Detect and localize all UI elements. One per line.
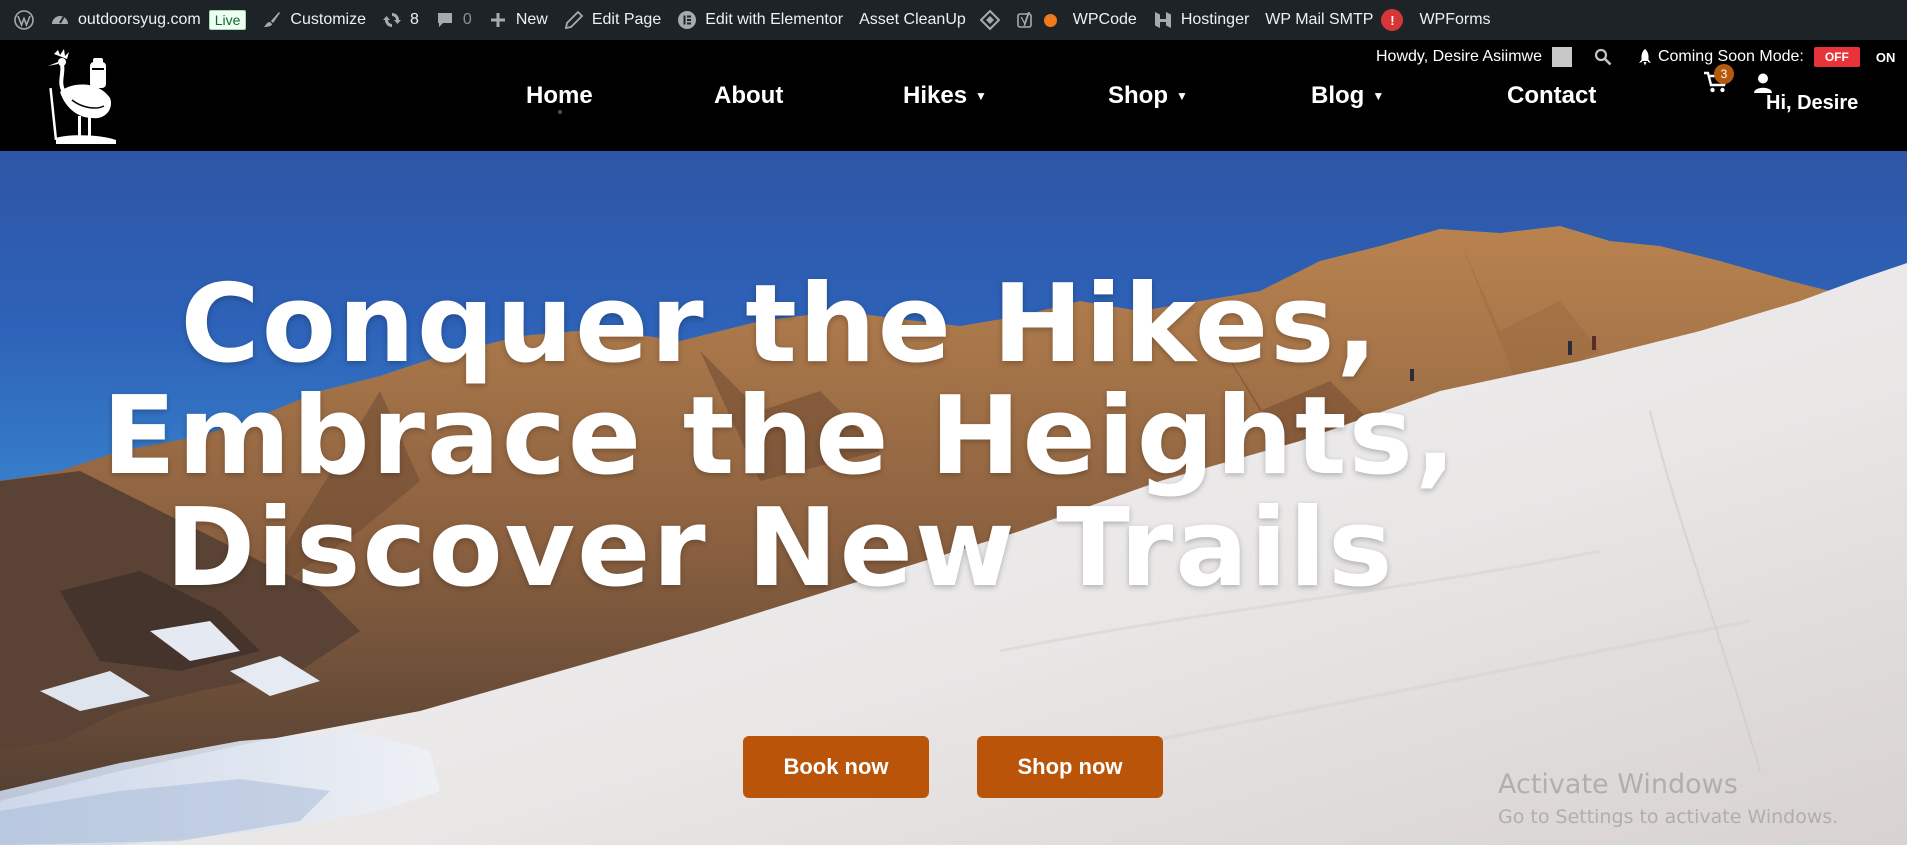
- chevron-down-icon: ▼: [1372, 89, 1385, 103]
- chevron-down-icon: ▼: [975, 89, 987, 103]
- plus-icon: [488, 10, 508, 30]
- wordpress-icon: [14, 10, 34, 30]
- shop-now-button[interactable]: Shop now: [977, 736, 1163, 798]
- nav-shop-label: Shop: [1108, 82, 1168, 109]
- new-content-link[interactable]: New: [480, 0, 556, 40]
- live-badge: Live: [208, 10, 247, 30]
- watermark-title: Activate Windows: [1498, 769, 1738, 800]
- smtp-alert-badge: !: [1381, 9, 1404, 31]
- edit-elementor-link[interactable]: Edit with Elementor: [669, 0, 851, 40]
- nav-shop[interactable]: Shop ▼: [1108, 82, 1188, 110]
- chevron-down-icon: ▼: [1176, 89, 1188, 103]
- hero-headline-line-1: Conquer the Hikes,: [180, 262, 1380, 387]
- hero-banner: Conquer the Hikes, Embrace the Heights, …: [0, 151, 1907, 845]
- hostinger-icon: [1153, 10, 1173, 30]
- hero-headline: Conquer the Hikes, Embrace the Heights, …: [0, 269, 1560, 605]
- pencil-icon: [564, 10, 584, 30]
- customize-label: Customize: [290, 11, 366, 28]
- asset-cleanup-label: Asset CleanUp: [859, 11, 966, 28]
- asset-cleanup-diamond-icon: [979, 10, 1000, 30]
- nav-about[interactable]: About: [714, 82, 783, 110]
- header-utility-row: Howdy, Desire Asiimwe Coming Soon Mode: …: [1376, 47, 1895, 67]
- nav-contact[interactable]: Contact: [1507, 82, 1596, 110]
- comment-icon: [435, 10, 455, 30]
- nav-active-indicator: [558, 110, 562, 114]
- yoast-seo-link[interactable]: [1008, 0, 1065, 40]
- hostinger-link[interactable]: Hostinger: [1145, 0, 1257, 40]
- site-name-link[interactable]: outdoorsyug.com Live: [42, 0, 254, 40]
- wpforms-link[interactable]: WPForms: [1411, 0, 1498, 40]
- section-divider: [0, 845, 1907, 866]
- elementor-icon: [677, 10, 697, 30]
- asset-cleanup-link[interactable]: Asset CleanUp: [851, 0, 1008, 40]
- edit-page-label: Edit Page: [591, 11, 662, 28]
- coming-soon-off-toggle[interactable]: OFF: [1813, 47, 1860, 67]
- edit-page-link[interactable]: Edit Page: [556, 0, 669, 40]
- customize-link[interactable]: Customize: [254, 0, 374, 40]
- wpforms-label: WPForms: [1419, 11, 1491, 28]
- user-icon[interactable]: [1752, 72, 1774, 94]
- wordpress-logo-button[interactable]: [6, 0, 42, 40]
- wp-mail-smtp-link[interactable]: WP Mail SMTP !: [1257, 0, 1411, 40]
- coming-soon-label: Coming Soon Mode:: [1657, 48, 1804, 65]
- yoast-icon: [1016, 10, 1036, 30]
- avatar[interactable]: [1551, 47, 1572, 67]
- edit-elementor-label: Edit with Elementor: [705, 11, 844, 28]
- rocket-icon: [1638, 48, 1652, 66]
- hero-headline-line-2: Embrace the Heights,: [102, 374, 1458, 499]
- wp-mail-smtp-label: WP Mail SMTP: [1265, 11, 1374, 28]
- watermark-subtitle: Go to Settings to activate Windows.: [1498, 806, 1839, 828]
- activate-windows-watermark: Activate Windows Go to Settings to activ…: [1498, 769, 1838, 828]
- seo-status-dot: [1043, 13, 1057, 27]
- updates-count: 8: [410, 11, 419, 28]
- nav-home[interactable]: Home: [526, 82, 593, 110]
- comments-link[interactable]: 0: [427, 0, 480, 40]
- book-now-button[interactable]: Book now: [743, 736, 929, 798]
- hostinger-label: Hostinger: [1180, 11, 1250, 28]
- dashboard-icon: [50, 10, 70, 30]
- coming-soon-on-toggle[interactable]: ON: [1876, 50, 1896, 65]
- wp-admin-bar: outdoorsyug.com Live Customize 8 0 New E…: [0, 0, 1907, 40]
- nav-hikes[interactable]: Hikes ▼: [903, 82, 987, 110]
- wpcode-label: WPCode: [1072, 11, 1137, 28]
- nav-hikes-label: Hikes: [903, 82, 968, 109]
- updates-link[interactable]: 8: [374, 0, 427, 40]
- wpcode-link[interactable]: WPCode: [1065, 0, 1145, 40]
- cart-count-badge: 3: [1714, 64, 1734, 84]
- user-greeting[interactable]: Hi, Desire: [1766, 92, 1858, 115]
- comments-count: 0: [462, 11, 472, 28]
- site-name-label: outdoorsyug.com: [78, 11, 201, 28]
- hero-headline-line-3: Discover New Trails: [165, 486, 1395, 611]
- paintbrush-icon: [262, 10, 282, 30]
- nav-contact-label: Contact: [1507, 82, 1597, 109]
- updates-icon: [382, 10, 402, 30]
- nav-about-label: About: [714, 82, 784, 109]
- search-icon[interactable]: [1594, 48, 1612, 66]
- new-label: New: [515, 11, 548, 28]
- nav-blog-label: Blog: [1311, 82, 1365, 109]
- crane-hiker-logo[interactable]: [42, 48, 124, 146]
- nav-blog[interactable]: Blog ▼: [1311, 82, 1384, 110]
- howdy-user-link[interactable]: Howdy, Desire Asiimwe: [1376, 48, 1542, 66]
- nav-home-label: Home: [526, 82, 593, 109]
